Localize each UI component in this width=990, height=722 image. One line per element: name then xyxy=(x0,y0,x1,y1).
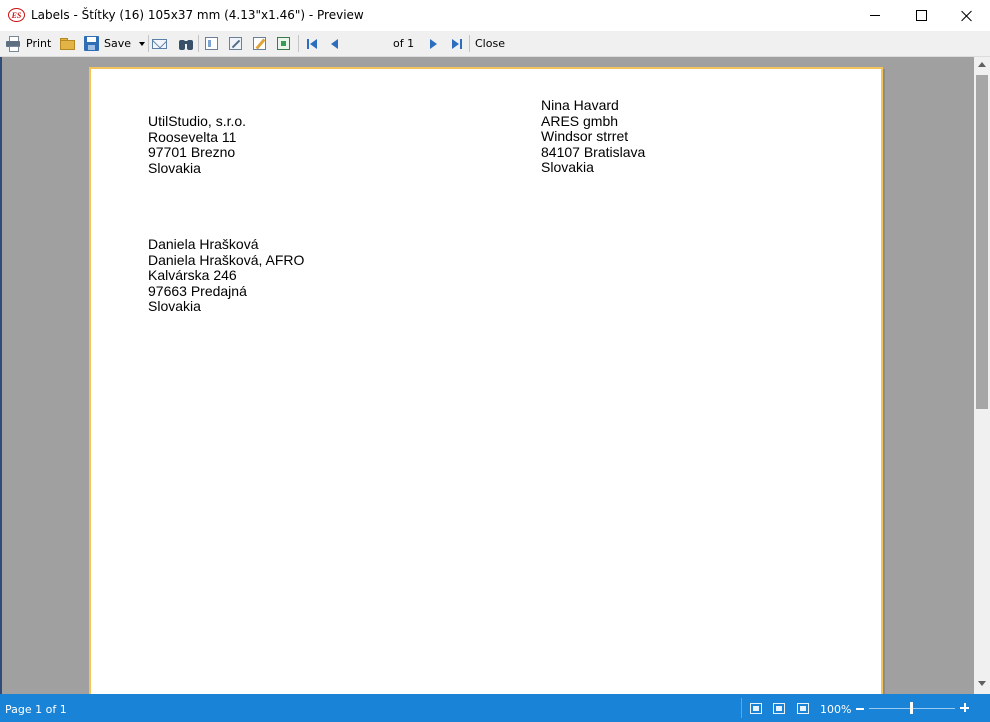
label-line: 84107 Bratislava xyxy=(541,143,646,160)
previous-page-icon[interactable] xyxy=(328,36,344,51)
page-setup-wrench-icon[interactable] xyxy=(228,36,244,51)
page-layout-icon[interactable] xyxy=(276,36,292,51)
label-line: 97663 Predajná xyxy=(148,282,247,299)
single-page-view-icon[interactable] xyxy=(750,703,762,714)
label-line: 97701 Brezno xyxy=(148,144,236,160)
window-title: Labels - Štítky (16) 105x37 mm (4.13"x1.… xyxy=(31,8,364,22)
minimize-button[interactable] xyxy=(852,0,898,31)
close-preview-button[interactable]: Close xyxy=(475,37,505,50)
last-page-icon[interactable] xyxy=(449,36,465,51)
next-page-icon[interactable] xyxy=(426,36,442,51)
viewport-edge xyxy=(0,57,2,694)
print-label: Print xyxy=(26,37,52,50)
title-bar: ES Labels - Štítky (16) 105x37 mm (4.13"… xyxy=(0,0,990,32)
zoom-in-plus-icon[interactable] xyxy=(960,703,970,713)
floppy-disk-icon xyxy=(84,36,100,51)
address-label: Nina Havard ARES gmbh Windsor strret 841… xyxy=(541,97,646,176)
first-page-icon[interactable] xyxy=(304,36,320,51)
printer-icon xyxy=(5,36,21,52)
scroll-down-arrow-icon[interactable] xyxy=(978,681,986,686)
label-line: Slovakia xyxy=(148,159,201,176)
label-line: Daniela Hrašková, AFRO xyxy=(148,251,305,268)
label-line: Roosevelta 11 xyxy=(148,128,237,145)
page-count-label: of 1 xyxy=(393,37,415,50)
label-line: Slovakia xyxy=(541,159,594,175)
close-icon xyxy=(961,10,973,22)
label-line: Slovakia xyxy=(148,298,201,314)
status-divider xyxy=(741,698,742,718)
zoom-out-minus-icon[interactable] xyxy=(856,708,864,710)
multi-page-view-icon[interactable] xyxy=(797,703,809,714)
maximize-button[interactable] xyxy=(898,0,944,31)
status-bar: Page 1 of 1 100% xyxy=(0,694,990,722)
scroll-up-arrow-icon[interactable] xyxy=(978,62,986,67)
print-button[interactable]: Print xyxy=(5,34,51,53)
email-envelope-icon[interactable] xyxy=(152,36,168,51)
vertical-scrollbar[interactable] xyxy=(974,57,990,694)
scrollbar-thumb[interactable] xyxy=(976,75,988,409)
toolbar: Print Save 1 of 1 Close xyxy=(0,31,990,83)
save-dropdown-chevron-down-icon[interactable] xyxy=(139,42,145,46)
edit-pencil-icon[interactable] xyxy=(252,36,268,51)
minimize-icon xyxy=(870,15,880,16)
label-line: ARES gmbh xyxy=(541,112,619,129)
toolbar-divider xyxy=(148,35,149,52)
app-logo-icon: ES xyxy=(8,8,25,22)
page-width-view-icon[interactable] xyxy=(773,703,785,714)
outline-panel-icon[interactable] xyxy=(204,36,220,51)
address-label: UtilStudio, s.r.o. Roosevelta 11 97701 B… xyxy=(148,113,247,176)
close-window-button[interactable] xyxy=(944,0,990,31)
open-folder-icon[interactable] xyxy=(60,36,76,51)
save-button[interactable]: Save xyxy=(84,34,131,53)
report-page: UtilStudio, s.r.o. Roosevelta 11 97701 B… xyxy=(89,67,883,694)
maximize-icon xyxy=(915,10,927,21)
toolbar-divider xyxy=(198,35,199,52)
label-line: Nina Havard xyxy=(541,97,619,113)
toolbar-divider xyxy=(298,35,299,52)
zoom-level-text: 100% xyxy=(820,703,852,716)
label-line: UtilStudio, s.r.o. xyxy=(148,113,247,129)
save-label: Save xyxy=(104,37,132,50)
zoom-slider-thumb[interactable] xyxy=(910,702,913,714)
address-label: Daniela Hrašková Daniela Hrašková, AFRO … xyxy=(148,236,305,315)
toolbar-divider xyxy=(469,35,470,52)
label-line: Daniela Hrašková xyxy=(148,236,259,252)
label-line: Windsor strret xyxy=(541,128,629,144)
page-status-text: Page 1 of 1 xyxy=(5,703,67,716)
preview-viewport[interactable]: UtilStudio, s.r.o. Roosevelta 11 97701 B… xyxy=(0,57,974,694)
label-line: Kalvárska 246 xyxy=(148,267,237,283)
find-binoculars-icon[interactable] xyxy=(178,36,194,51)
